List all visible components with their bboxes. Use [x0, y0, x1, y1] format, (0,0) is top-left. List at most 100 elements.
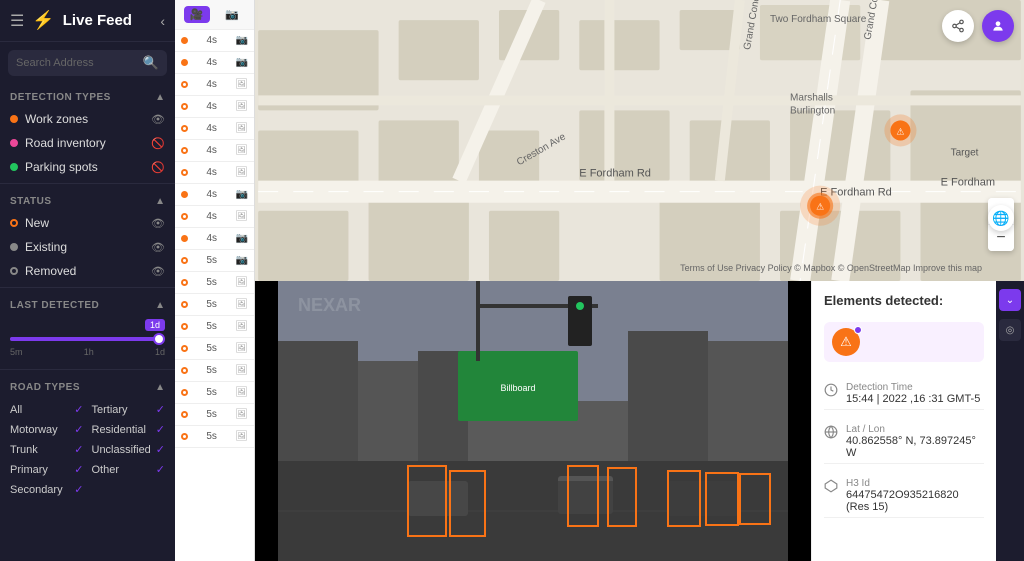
map-copyright: Terms of Use Privacy Policy © Mapbox © O… — [680, 263, 982, 273]
status-new[interactable]: New 👁 — [0, 211, 175, 235]
last-detected-header[interactable]: LAST DETECTED ▲ — [0, 292, 175, 315]
feed-dot — [181, 37, 188, 44]
info-row-detection-time: Detection Time 15:44 | 2022 ,16 :31 GMT-… — [824, 378, 984, 410]
feed-dot-ring — [181, 103, 188, 110]
list-item[interactable]: 5s 🖼 — [175, 316, 254, 338]
status-new-visibility-icon[interactable]: 👁 — [151, 217, 165, 230]
road-type-motorway-check: ✓ — [74, 423, 83, 436]
list-item[interactable]: 4s 📷 — [175, 52, 254, 74]
slider-thumb[interactable] — [153, 333, 165, 345]
list-item[interactable]: 4s 🖼 — [175, 118, 254, 140]
svg-text:E Fordham: E Fordham — [941, 177, 996, 189]
list-item[interactable]: 5s 🖼 — [175, 294, 254, 316]
feed-time: 4s — [192, 211, 231, 222]
road-type-residential-check: ✓ — [156, 423, 165, 436]
road-type-secondary[interactable]: Secondary ✓ — [10, 481, 84, 498]
slider-fill — [10, 337, 165, 341]
slider-track[interactable] — [10, 337, 165, 341]
list-item[interactable]: 5s 🖼 — [175, 338, 254, 360]
video-area[interactable]: Billboard NEXAR — [255, 281, 811, 561]
status-new-label: New — [25, 216, 144, 230]
collapse-sidebar-icon[interactable]: ‹ — [160, 13, 165, 29]
feed-time: 5s — [192, 365, 231, 376]
road-type-other[interactable]: Other ✓ — [92, 461, 166, 478]
video-feed: Billboard NEXAR — [255, 281, 811, 561]
feed-dot — [181, 235, 188, 242]
status-removed-visibility-icon[interactable]: 👁 — [151, 265, 165, 278]
road-inventory-visibility-icon[interactable]: 🚫 — [151, 137, 165, 150]
parking-spots-visibility-icon[interactable]: 🚫 — [151, 161, 165, 174]
road-type-unclassified-check: ✓ — [156, 443, 165, 456]
navigation-button[interactable]: ◎ — [999, 319, 1021, 341]
feed-dot — [181, 191, 188, 198]
status-removed[interactable]: Removed 👁 — [0, 259, 175, 283]
list-item[interactable]: 4s 🖼 — [175, 162, 254, 184]
road-type-trunk[interactable]: Trunk ✓ — [10, 441, 84, 458]
feed-image-icon: 🖼 — [235, 409, 248, 420]
feed-time: 5s — [192, 431, 231, 442]
svg-text:Marshalls: Marshalls — [790, 92, 833, 103]
road-type-residential[interactable]: Residential ✓ — [92, 421, 166, 438]
search-icon[interactable]: 🔍 — [143, 55, 159, 71]
map-container[interactable]: Creston Ave Grand Concourse Grand Concou… — [255, 0, 1024, 281]
feed-camera-icon: 📷 — [236, 35, 248, 46]
list-item[interactable]: 5s 🖼 — [175, 404, 254, 426]
detection-parking-spots[interactable]: Parking spots 🚫 — [0, 155, 175, 179]
globe-button[interactable]: 🌐 — [988, 205, 1014, 231]
detection-work-zones[interactable]: Work zones 👁 — [0, 107, 175, 131]
feed-time: 4s — [192, 57, 232, 68]
hamburger-icon[interactable]: ☰ — [10, 11, 24, 31]
list-item[interactable]: 5s 📷 — [175, 250, 254, 272]
h3-content: H3 Id 64475472O935216820 (Res 15) — [846, 478, 984, 513]
list-item[interactable]: 4s 📷 — [175, 30, 254, 52]
list-item[interactable]: 4s 📷 — [175, 184, 254, 206]
list-item[interactable]: 4s 📷 — [175, 228, 254, 250]
feed-tab-video[interactable]: 🎥 — [184, 6, 210, 23]
status-existing[interactable]: Existing 👁 — [0, 235, 175, 259]
feed-time: 5s — [192, 299, 231, 310]
share-button[interactable] — [942, 10, 974, 42]
status-existing-visibility-icon[interactable]: 👁 — [151, 241, 165, 254]
detection-time-value: 15:44 | 2022 ,16 :31 GMT-5 — [846, 393, 984, 405]
info-panel: Elements detected: ⚠ Detection Time 15:4… — [811, 281, 996, 561]
feed-camera-icon: 📷 — [236, 233, 248, 244]
feed-camera-icon: 📷 — [236, 255, 248, 266]
scroll-down-button[interactable]: ⌄ — [999, 289, 1021, 311]
list-item[interactable]: 4s 🖼 — [175, 74, 254, 96]
last-detected-label: LAST DETECTED — [10, 300, 99, 311]
feed-dot-ring — [181, 389, 188, 396]
globe-icon — [824, 425, 838, 442]
user-profile-button[interactable] — [982, 10, 1014, 42]
road-type-all[interactable]: All ✓ — [10, 401, 84, 418]
list-item[interactable]: 4s 🖼 — [175, 206, 254, 228]
list-item[interactable]: 5s 🖼 — [175, 360, 254, 382]
road-type-tertiary[interactable]: Tertiary ✓ — [92, 401, 166, 418]
feed-tab-photo[interactable]: 📷 — [219, 6, 245, 23]
status-existing-dot — [10, 243, 18, 251]
search-input[interactable] — [16, 57, 137, 69]
feed-dot-ring — [181, 147, 188, 154]
status-removed-dot — [10, 267, 18, 275]
detection-types-header[interactable]: DETECTION TYPES ▲ — [0, 84, 175, 107]
road-types-header[interactable]: ROAD TYPES ▲ — [0, 374, 175, 397]
road-type-motorway[interactable]: Motorway ✓ — [10, 421, 84, 438]
road-type-unclassified-label: Unclassified — [92, 444, 152, 456]
h3-value: 64475472O935216820 (Res 15) — [846, 489, 984, 513]
list-item[interactable]: 5s 🖼 — [175, 272, 254, 294]
divider-1 — [0, 183, 175, 184]
list-item[interactable]: 4s 🖼 — [175, 96, 254, 118]
feed-image-icon: 🖼 — [235, 321, 248, 332]
feed-time: 4s — [192, 35, 232, 46]
map-svg: Creston Ave Grand Concourse Grand Concou… — [255, 0, 1024, 281]
work-zones-visibility-icon[interactable]: 👁 — [151, 113, 165, 126]
list-item[interactable]: 5s 🖼 — [175, 426, 254, 448]
parking-spots-label: Parking spots — [25, 160, 144, 174]
list-item[interactable]: 5s 🖼 — [175, 382, 254, 404]
status-header[interactable]: STATUS ▲ — [0, 188, 175, 211]
list-item[interactable]: 4s 🖼 — [175, 140, 254, 162]
detection-road-inventory[interactable]: Road inventory 🚫 — [0, 131, 175, 155]
feed-image-icon: 🖼 — [235, 79, 248, 90]
feed-dot-ring — [181, 169, 188, 176]
road-type-primary[interactable]: Primary ✓ — [10, 461, 84, 478]
road-type-unclassified[interactable]: Unclassified ✓ — [92, 441, 166, 458]
